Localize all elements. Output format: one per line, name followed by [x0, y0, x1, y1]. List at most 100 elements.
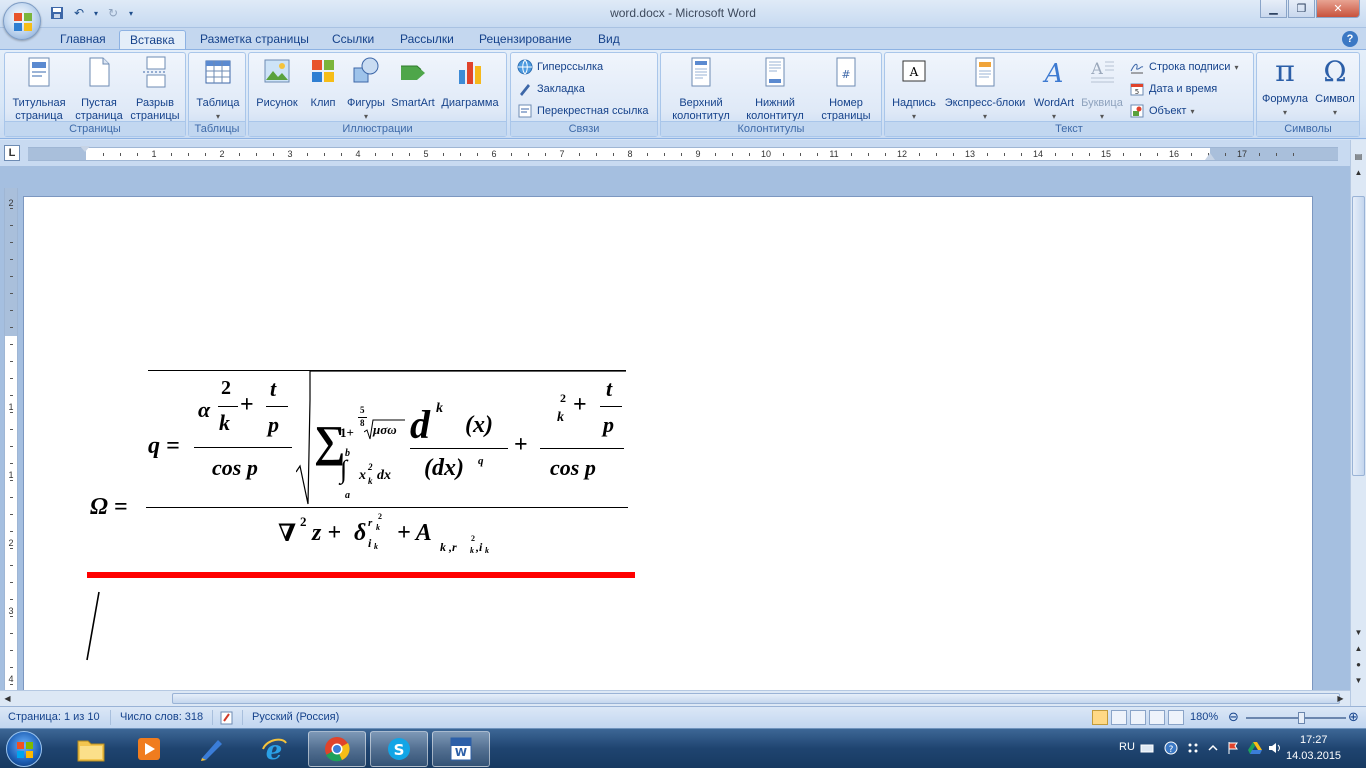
start-button[interactable]	[6, 731, 42, 767]
show-hidden-icons[interactable]	[1206, 741, 1220, 755]
header-icon	[691, 57, 711, 87]
smartart-button[interactable]: SmartArt	[389, 56, 437, 110]
tab-references[interactable]: Ссылки	[322, 30, 384, 50]
minimize-button[interactable]: ▁	[1260, 0, 1287, 18]
first-line-indent-marker[interactable]	[80, 146, 90, 152]
tab-selector[interactable]: L	[4, 145, 20, 161]
input-language[interactable]: RU	[1119, 741, 1135, 753]
zoom-slider[interactable]	[1246, 717, 1346, 719]
full-screen-reading-view-icon[interactable]	[1111, 710, 1127, 725]
red-horizontal-line[interactable]	[87, 572, 635, 578]
explorer-taskbar-button[interactable]	[62, 731, 120, 767]
drawn-line[interactable]	[84, 590, 104, 664]
globe-link-icon	[517, 59, 533, 75]
cross-reference-button[interactable]: Перекрестная ссылка	[517, 101, 649, 121]
dropcap-icon: A	[1090, 59, 1114, 83]
volume-icon[interactable]	[1268, 741, 1282, 755]
tab-mailings[interactable]: Рассылки	[390, 30, 464, 50]
page-break-button[interactable]: Разрыв страницы	[127, 56, 183, 123]
web-layout-view-icon[interactable]	[1130, 710, 1146, 725]
bookmark-button[interactable]: Закладка	[517, 79, 585, 99]
keyboard-icon[interactable]	[1140, 741, 1154, 755]
ruler-number: 3	[287, 149, 293, 159]
quick-parts-button[interactable]: Экспресс-блоки	[941, 56, 1029, 123]
document-page[interactable]	[23, 196, 1313, 690]
clock-time[interactable]: 17:27	[1300, 734, 1328, 746]
scroll-up-button[interactable]: ▲	[1352, 166, 1365, 179]
outline-view-icon[interactable]	[1149, 710, 1165, 725]
office-button[interactable]	[3, 2, 41, 40]
tab-insert[interactable]: Вставка	[119, 30, 186, 50]
vruler-tick	[10, 412, 13, 413]
clip-button[interactable]: Клип	[303, 56, 343, 110]
ruler-tick	[171, 153, 172, 156]
scroll-left-button[interactable]: ◀	[1, 692, 14, 705]
vertical-scroll-thumb[interactable]	[1352, 196, 1365, 476]
flag-icon[interactable]	[1226, 741, 1240, 755]
vruler-tick	[10, 684, 13, 685]
date-time-button[interactable]: 5 Дата и время	[1129, 79, 1217, 99]
horizontal-scrollbar[interactable]: ◀ ▶	[0, 690, 1350, 706]
scroll-right-button[interactable]: ▶	[1334, 692, 1347, 705]
horizontal-ruler[interactable]: 1 2 3 4 5 6 7 8 9 10 11 12 13 14 15 16 17	[28, 146, 1338, 161]
print-layout-view-icon[interactable]	[1092, 710, 1108, 725]
zoom-out-button[interactable]: ⊖	[1228, 709, 1239, 725]
chart-button[interactable]: Диаграмма	[437, 56, 503, 110]
vertical-scrollbar[interactable]: ▤ ▲ ▼ ▲ ● ▼	[1350, 140, 1366, 706]
signature-line-button[interactable]: Строка подписи	[1129, 57, 1238, 77]
tab-view[interactable]: Вид	[588, 30, 630, 50]
skype-taskbar-button[interactable]: S	[370, 731, 428, 767]
symbol-button[interactable]: Ω Символ	[1311, 56, 1359, 119]
eq-d: d	[410, 402, 430, 447]
language-indicator[interactable]: Русский (Россия)	[252, 711, 339, 723]
textbox-button[interactable]: A Надпись	[889, 56, 939, 123]
footer-icon	[765, 57, 785, 87]
clock-date[interactable]: 14.03.2015	[1286, 750, 1341, 762]
next-page-button[interactable]: ▼	[1352, 674, 1365, 687]
shapes-button[interactable]: Фигуры	[343, 56, 389, 123]
word-count[interactable]: Число слов: 318	[120, 711, 203, 723]
equation-button[interactable]: π Формула	[1259, 56, 1311, 119]
picture-button[interactable]: Рисунок	[253, 56, 301, 110]
right-indent-marker[interactable]	[1205, 153, 1215, 160]
paint-taskbar-button[interactable]	[183, 731, 241, 767]
dropcap-button[interactable]: A Буквица	[1079, 56, 1125, 123]
blank-page-button[interactable]: Пустая страница	[73, 56, 125, 123]
tab-review[interactable]: Рецензирование	[469, 30, 582, 50]
table-button[interactable]: Таблица	[193, 56, 243, 123]
ie-taskbar-button[interactable]: e	[245, 731, 303, 767]
help-tray-icon[interactable]: ?	[1164, 741, 1178, 755]
ruler-toggle-icon[interactable]: ▤	[1352, 150, 1365, 163]
media-player-taskbar-button[interactable]	[120, 731, 178, 767]
close-button[interactable]: ✕	[1316, 0, 1360, 18]
maximize-button[interactable]: ❐	[1288, 0, 1315, 18]
wordart-button[interactable]: A WordArt	[1029, 56, 1079, 123]
horizontal-scroll-thumb[interactable]	[172, 693, 1340, 704]
tab-home[interactable]: Главная	[50, 30, 116, 50]
ribbon: Титульнаястраница Пустаястраница Разрывс…	[0, 49, 1366, 139]
dots-icon[interactable]	[1186, 741, 1200, 755]
page-count[interactable]: Страница: 1 из 10	[8, 711, 100, 723]
spellcheck-icon[interactable]	[220, 711, 236, 728]
google-drive-icon[interactable]	[1248, 741, 1262, 755]
object-button[interactable]: Объект	[1129, 101, 1194, 121]
scroll-down-button[interactable]: ▼	[1352, 626, 1365, 639]
chrome-taskbar-button[interactable]	[308, 731, 366, 767]
ruler-tick	[647, 153, 648, 156]
vruler-tick	[10, 582, 13, 583]
zoom-slider-knob[interactable]	[1297, 712, 1305, 724]
tab-page-layout[interactable]: Разметка страницы	[190, 30, 319, 50]
select-browse-object-button[interactable]: ●	[1352, 658, 1365, 671]
vruler-tick	[10, 667, 13, 668]
zoom-level[interactable]: 180%	[1190, 711, 1218, 723]
zoom-in-button[interactable]: ⊕	[1348, 709, 1359, 725]
help-icon[interactable]: ?	[1342, 31, 1358, 47]
draft-view-icon[interactable]	[1168, 710, 1184, 725]
table-icon	[205, 60, 231, 84]
hyperlink-button[interactable]: Гиперссылка	[517, 57, 603, 77]
word-taskbar-button[interactable]: W	[432, 731, 490, 767]
prev-page-button[interactable]: ▲	[1352, 642, 1365, 655]
ruler-tick	[817, 153, 818, 156]
vertical-ruler[interactable]: 2 1 1 2 3 4	[4, 188, 18, 690]
eq-derivative-bar	[410, 448, 508, 449]
